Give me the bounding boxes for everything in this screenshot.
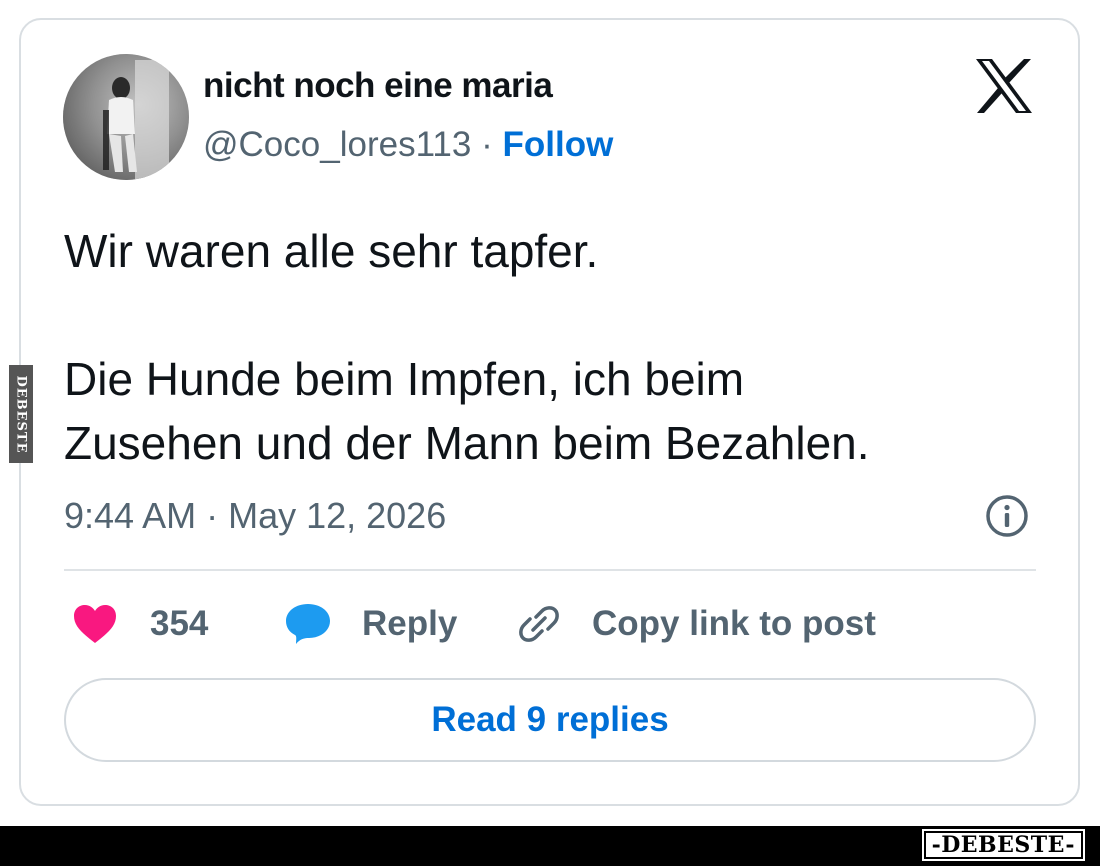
tweet-text: Wir waren alle sehr tapfer. Die Hunde be… [64, 219, 1024, 475]
reply-label: Reply [362, 604, 458, 643]
copy-link-label: Copy link to post [592, 604, 876, 643]
handle-line: @Coco_lores113 · Follow [203, 125, 613, 165]
action-bar: 354 Reply Copy link to post [64, 596, 1036, 652]
separator-dot: · [471, 125, 503, 164]
speech-bubble-icon [286, 604, 330, 644]
bottom-watermark-bar: -DEBESTE- [0, 826, 1100, 866]
heart-icon [74, 605, 116, 643]
copy-link-button[interactable]: Copy link to post [516, 596, 876, 652]
debeste-logo: -DEBESTE- [921, 829, 1086, 861]
tweet-text-line: Die Hunde beim Impfen, ich beim [64, 353, 745, 405]
side-watermark-text: DEBESTE [13, 374, 29, 454]
read-replies-button[interactable]: Read 9 replies [64, 678, 1036, 762]
avatar[interactable] [63, 54, 189, 180]
tweet-text-line: Wir waren alle sehr tapfer. [64, 225, 599, 277]
info-icon[interactable] [985, 494, 1029, 538]
divider [64, 569, 1036, 571]
link-icon [519, 606, 559, 642]
follow-button[interactable]: Follow [502, 125, 613, 164]
display-name[interactable]: nicht noch eine maria [203, 66, 553, 106]
tweet-text-line: Zusehen und der Mann beim Bezahlen. [64, 417, 870, 469]
side-watermark: DEBESTE [9, 365, 33, 463]
user-handle[interactable]: @Coco_lores113 [203, 125, 471, 164]
avatar-photo [63, 54, 189, 180]
like-button[interactable]: 354 [72, 596, 208, 652]
timestamp[interactable]: 9:44 AM · May 12, 2026 [64, 495, 446, 537]
reply-button[interactable]: Reply [284, 596, 457, 652]
like-count: 354 [150, 604, 209, 643]
x-logo-icon[interactable] [974, 58, 1034, 114]
